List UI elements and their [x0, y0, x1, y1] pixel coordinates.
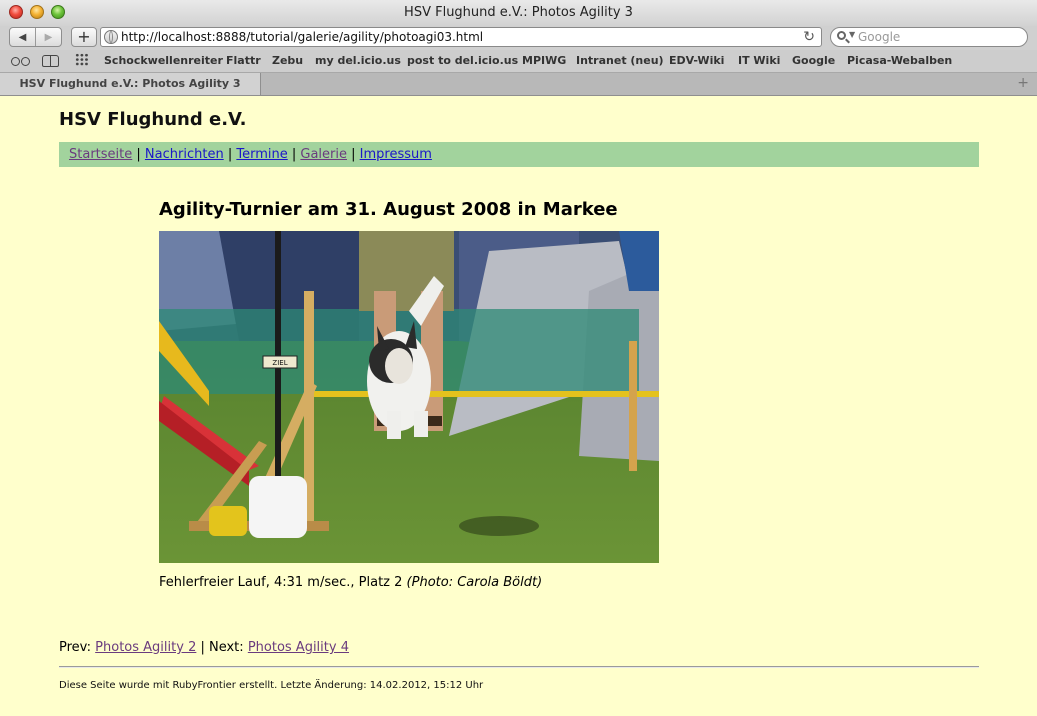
history-buttons: ◀ ▶ [9, 27, 62, 47]
bookmark-item[interactable]: Google [792, 54, 835, 67]
address-bar[interactable]: http://localhost:8888/tutorial/galerie/a… [100, 27, 822, 47]
bookmark-item[interactable]: Intranet (neu) [576, 54, 664, 67]
bookmarks-bar: Schockwellenreiter Flattr Zebu my del.ic… [0, 50, 1037, 73]
forward-button[interactable]: ▶ [35, 28, 61, 46]
site-navigation: Startseite | Nachrichten | Termine | Gal… [59, 142, 979, 167]
reload-icon[interactable]: ↻ [803, 29, 815, 45]
bookmark-item[interactable]: MPIWG [522, 54, 566, 67]
footer-divider [59, 666, 979, 668]
bookmark-item[interactable]: Picasa-Webalben [847, 54, 952, 67]
site-title: HSV Flughund e.V. [59, 109, 247, 130]
new-tab-button[interactable]: + [1017, 75, 1029, 91]
next-link[interactable]: Photos Agility 4 [248, 640, 349, 655]
tab-active[interactable]: HSV Flughund e.V.: Photos Agility 3 [0, 73, 261, 95]
bookmark-item[interactable]: EDV-Wiki [669, 54, 724, 67]
caption-credit: (Photo: Carola Böldt) [406, 575, 543, 590]
title-bar: HSV Flughund e.V.: Photos Agility 3 [0, 0, 1037, 26]
nav-separator: | [291, 147, 297, 162]
nav-link-termine[interactable]: Termine [236, 147, 287, 162]
pager: Prev: Photos Agility 2 | Next: Photos Ag… [59, 640, 349, 655]
bookmark-item[interactable]: Flattr [226, 54, 261, 67]
nav-link-galerie[interactable]: Galerie [300, 147, 347, 162]
bookmark-item[interactable]: my del.icio.us [315, 54, 401, 67]
nav-link-impressum[interactable]: Impressum [360, 147, 432, 162]
agility-photo: ZIEL [159, 231, 659, 563]
ziel-sign-label: ZIEL [272, 359, 287, 367]
reading-list-icon[interactable] [11, 54, 31, 66]
search-field[interactable]: ▼ Google [830, 27, 1028, 47]
browser-window: HSV Flughund e.V.: Photos Agility 3 ◀ ▶ … [0, 0, 1037, 716]
bookmark-item[interactable]: Zebu [272, 54, 303, 67]
chevron-down-icon: ▼ [849, 30, 856, 39]
tab-bar: HSV Flughund e.V.: Photos Agility 3 + [0, 73, 1037, 96]
prev-link[interactable]: Photos Agility 2 [95, 640, 196, 655]
tab-label: HSV Flughund e.V.: Photos Agility 3 [19, 77, 241, 90]
nav-separator: | [227, 147, 233, 162]
top-sites-grid-icon[interactable] [75, 53, 89, 66]
bookmark-item[interactable]: IT Wiki [738, 54, 780, 67]
address-text: http://localhost:8888/tutorial/galerie/a… [121, 30, 484, 44]
bookmark-item[interactable]: Schockwellenreiter [104, 54, 223, 67]
footer-text: Diese Seite wurde mit RubyFrontier erste… [59, 680, 484, 691]
caption-text: Fehlerfreier Lauf, 4:31 m/sec., Platz 2 [159, 575, 403, 590]
nav-separator: | [136, 147, 141, 162]
back-button[interactable]: ◀ [10, 28, 35, 46]
search-placeholder: Google [858, 30, 901, 44]
browser-toolbar: ◀ ▶ + http://localhost:8888/tutorial/gal… [0, 26, 1037, 50]
globe-icon [104, 30, 118, 44]
photo-caption: Fehlerfreier Lauf, 4:31 m/sec., Platz 2 … [159, 575, 542, 590]
bookmarks-book-icon[interactable] [42, 54, 60, 67]
bookmark-item[interactable]: post to del.icio.us [407, 54, 518, 67]
web-page: HSV Flughund e.V. Startseite | Nachricht… [0, 96, 1037, 716]
search-icon [837, 31, 846, 40]
pager-separator: | Next: [200, 640, 244, 655]
nav-separator: | [351, 147, 356, 162]
window-title: HSV Flughund e.V.: Photos Agility 3 [404, 5, 633, 20]
article-title: Agility-Turnier am 31. August 2008 in Ma… [159, 199, 618, 220]
nav-link-startseite[interactable]: Startseite [69, 147, 132, 162]
prev-label: Prev: [59, 640, 92, 655]
nav-link-nachrichten[interactable]: Nachrichten [145, 147, 224, 162]
add-bookmark-button[interactable]: + [71, 27, 97, 47]
